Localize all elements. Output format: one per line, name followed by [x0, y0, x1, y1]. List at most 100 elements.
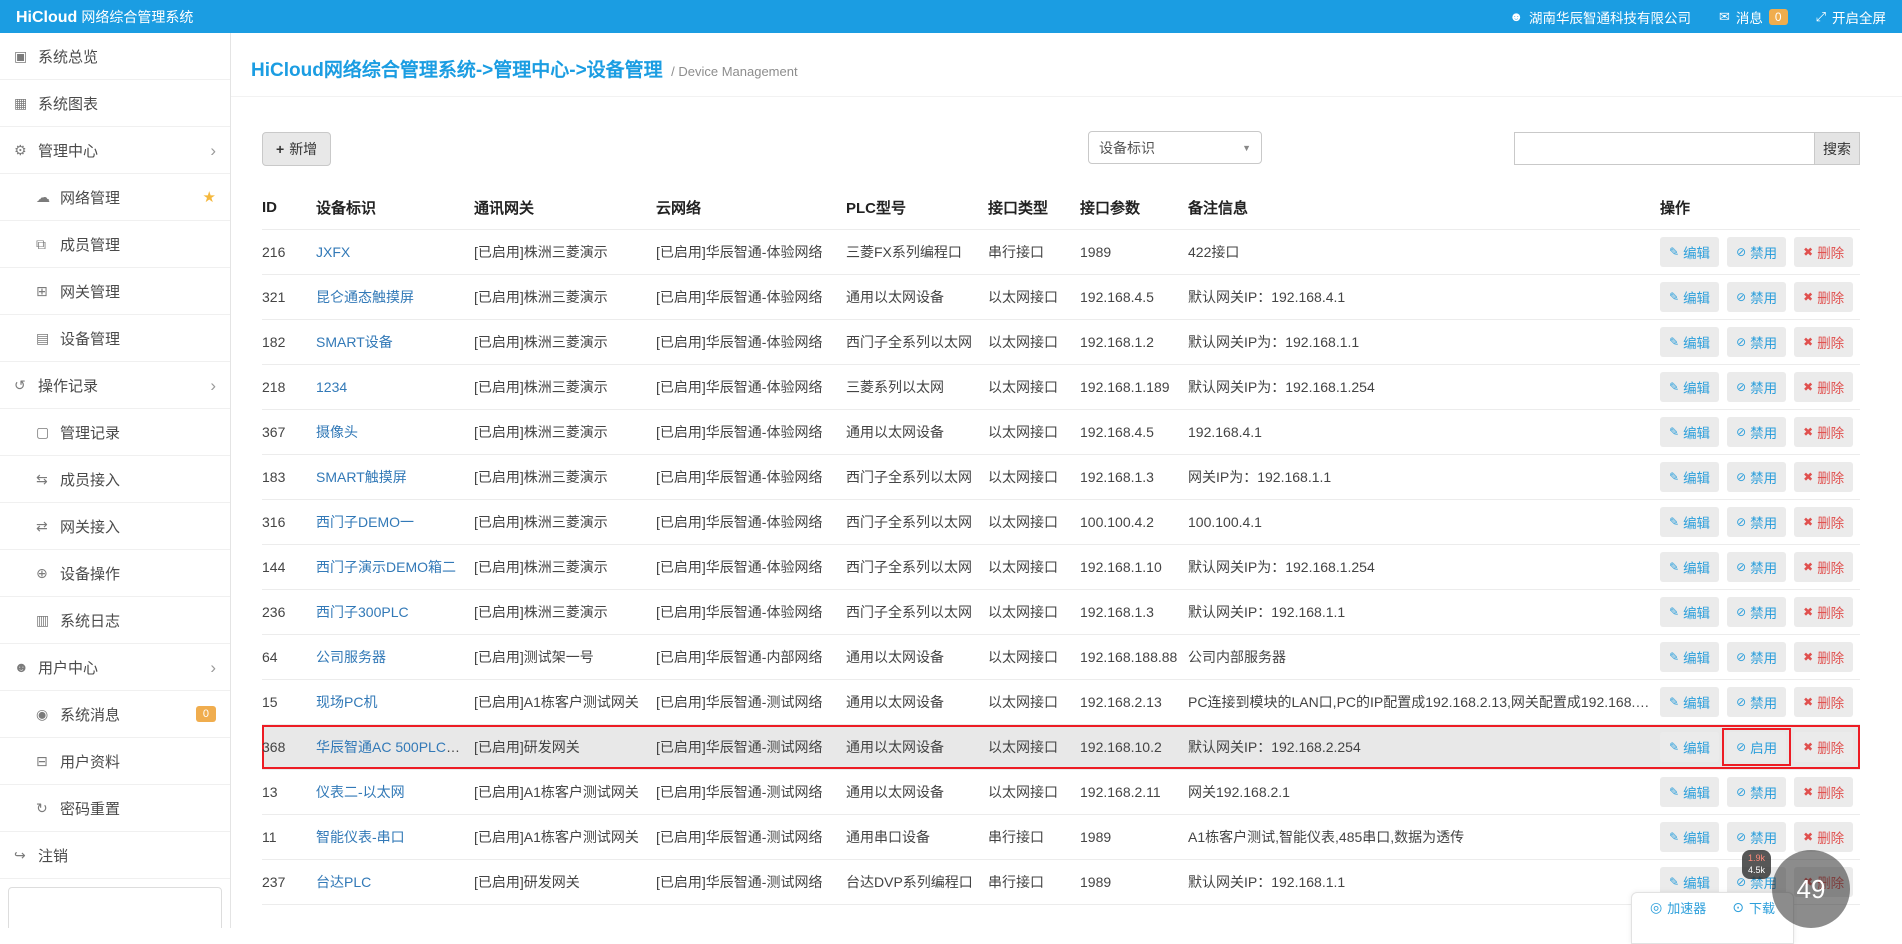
- edit-button[interactable]: ✎ 编辑: [1660, 507, 1720, 537]
- edit-button[interactable]: ✎ 编辑: [1660, 237, 1720, 267]
- edit-button[interactable]: ✎ 编辑: [1660, 687, 1720, 717]
- toggle-enable-button[interactable]: ⊘ 禁用: [1727, 777, 1787, 807]
- edit-button[interactable]: ✎ 编辑: [1660, 642, 1720, 672]
- toggle-enable-button[interactable]: ⊘ 禁用: [1727, 822, 1787, 852]
- speed-overlay-widget[interactable]: 1.9k 4.5k 49: [1742, 850, 1850, 928]
- device-link[interactable]: 智能仪表-串口: [316, 829, 405, 845]
- sidebar-item[interactable]: ↻ 密码重置: [0, 785, 230, 832]
- device-link[interactable]: 摄像头: [316, 424, 358, 440]
- filter-dropdown[interactable]: 设备标识 ▼: [1088, 131, 1262, 164]
- fullscreen-button[interactable]: ⤢ 开启全屏: [1816, 7, 1886, 27]
- delete-button[interactable]: ✖删除: [1794, 777, 1854, 807]
- device-link[interactable]: 1234: [316, 379, 347, 395]
- search-input[interactable]: [1514, 132, 1814, 165]
- column-header: 接口类型: [988, 200, 1049, 217]
- sidebar-item[interactable]: ▥ 系统日志: [0, 597, 230, 644]
- edit-button[interactable]: ✎ 编辑: [1660, 417, 1720, 447]
- delete-button[interactable]: ✖删除: [1794, 237, 1854, 267]
- search-button[interactable]: 搜索: [1814, 132, 1860, 165]
- sidebar-item[interactable]: ⇆ 成员接入: [0, 456, 230, 503]
- sidebar-item[interactable]: ↪ 注销: [0, 832, 230, 879]
- sidebar-item[interactable]: ▤ 设备管理: [0, 315, 230, 362]
- delete-button[interactable]: ✖删除: [1794, 462, 1854, 492]
- device-link[interactable]: 西门子演示DEMO箱二: [316, 559, 456, 575]
- delete-button[interactable]: ✖删除: [1794, 417, 1854, 447]
- sidebar-item[interactable]: ⊕ 设备操作: [0, 550, 230, 597]
- device-link[interactable]: 西门子DEMO一: [316, 514, 414, 530]
- toggle-enable-button[interactable]: ⊘ 禁用: [1727, 372, 1787, 402]
- delete-button[interactable]: ✖删除: [1794, 597, 1854, 627]
- toggle-enable-button[interactable]: ⊘ 禁用: [1727, 462, 1787, 492]
- cell-device: SMART触摸屏: [316, 467, 474, 487]
- sidebar-item[interactable]: ▣ 系统总览: [0, 33, 230, 80]
- device-link[interactable]: SMART设备: [316, 334, 393, 350]
- delete-button[interactable]: ✖删除: [1794, 327, 1854, 357]
- toggle-enable-button[interactable]: ⊘ 禁用: [1727, 237, 1787, 267]
- edit-button[interactable]: ✎ 编辑: [1660, 462, 1720, 492]
- sidebar-item[interactable]: ⇄ 网关接入: [0, 503, 230, 550]
- toggle-enable-button[interactable]: ⊘ 禁用: [1727, 417, 1787, 447]
- company-menu[interactable]: ☻ 湖南华辰智通科技有限公司: [1509, 7, 1691, 27]
- delete-button[interactable]: ✖删除: [1794, 687, 1854, 717]
- sidebar-item[interactable]: ◉ 系统消息 0: [0, 691, 230, 738]
- sidebar-item[interactable]: ▢ 管理记录: [0, 409, 230, 456]
- device-link[interactable]: 公司服务器: [316, 649, 386, 665]
- delete-button[interactable]: ✖删除: [1794, 507, 1854, 537]
- toggle-enable-button[interactable]: ⊘ 禁用: [1727, 597, 1787, 627]
- toggle-enable-button[interactable]: ⊘ 禁用: [1727, 327, 1787, 357]
- delete-button[interactable]: ✖删除: [1794, 642, 1854, 672]
- table-row: 144 西门子演示DEMO箱二 [已启用]株洲三菱演示 [已启用]华辰智通-体验网络 西…: [262, 545, 1860, 590]
- delete-button[interactable]: ✖删除: [1794, 372, 1854, 402]
- delete-button[interactable]: ✖删除: [1794, 732, 1854, 762]
- device-link[interactable]: 仪表二-以太网: [316, 784, 405, 800]
- device-link[interactable]: SMART触摸屏: [316, 469, 407, 485]
- dock-item[interactable]: ◎ 加速器: [1650, 898, 1706, 917]
- edit-button[interactable]: ✎ 编辑: [1660, 597, 1720, 627]
- pencil-icon: ✎: [1669, 650, 1680, 664]
- toggle-enable-button[interactable]: ⊘ 禁用: [1727, 687, 1787, 717]
- sidebar-item[interactable]: ⊞ 网关管理: [0, 268, 230, 315]
- device-link[interactable]: 华辰智通AC 500PLC001: [316, 739, 469, 755]
- sidebar-item[interactable]: ▦ 系统图表: [0, 80, 230, 127]
- sidebar-item[interactable]: ☁ 网络管理 ★: [0, 174, 230, 221]
- cell-gateway: [已启用]株洲三菱演示: [474, 334, 608, 350]
- edit-button[interactable]: ✎ 编辑: [1660, 372, 1720, 402]
- toggle-enable-button[interactable]: ⊘ 禁用: [1727, 552, 1787, 582]
- cell-device: 公司服务器: [316, 647, 474, 667]
- cell-plc-model: 通用以太网设备: [846, 289, 944, 305]
- toggle-enable-button[interactable]: ⊘ 禁用: [1727, 507, 1787, 537]
- delete-button[interactable]: ✖删除: [1794, 552, 1854, 582]
- toolbar: + 新增 设备标识 ▼ 搜索: [262, 131, 1860, 166]
- toggle-enable-button[interactable]: ⊘ 启用: [1727, 732, 1787, 762]
- delete-button[interactable]: ✖删除: [1794, 822, 1854, 852]
- device-link[interactable]: JXFX: [316, 244, 350, 260]
- device-link[interactable]: 台达PLC: [316, 874, 371, 890]
- edit-button[interactable]: ✎ 编辑: [1660, 732, 1720, 762]
- toggle-enable-button[interactable]: ⊘ 禁用: [1727, 282, 1787, 312]
- dock-item[interactable]: ⊙ 下载: [1732, 898, 1775, 917]
- cell-interface-param: 192.168.1.3: [1080, 604, 1154, 620]
- device-table: ID 设备标识 通讯网关 云网络 PLC型号 接口类型 接口参数 备注信息 操作 216 JXFX…: [262, 186, 1860, 905]
- enable-highlight-box: ⊘ 启用: [1722, 728, 1792, 766]
- toggle-enable-button[interactable]: ⊘ 禁用: [1727, 642, 1787, 672]
- device-link[interactable]: 西门子300PLC: [316, 604, 409, 620]
- sidebar-item[interactable]: ↺ 操作记录 ›: [0, 362, 230, 409]
- pencil-icon: ✎: [1669, 515, 1680, 529]
- pencil-icon: ✎: [1669, 560, 1680, 574]
- device-link[interactable]: 现场PC机: [316, 694, 377, 710]
- cell-actions: ✎编辑⊘禁用✖删除: [1660, 777, 1860, 807]
- edit-button[interactable]: ✎ 编辑: [1660, 327, 1720, 357]
- add-device-button[interactable]: + 新增: [262, 131, 332, 166]
- edit-button[interactable]: ✎ 编辑: [1660, 552, 1720, 582]
- device-link[interactable]: 昆仑通态触摸屏: [316, 289, 414, 305]
- edit-button[interactable]: ✎ 编辑: [1660, 822, 1720, 852]
- trash-icon: ✖: [1803, 650, 1814, 664]
- sidebar-item[interactable]: ⧉ 成员管理: [0, 221, 230, 268]
- delete-button[interactable]: ✖删除: [1794, 282, 1854, 312]
- messages-menu[interactable]: ✉ 消息 0: [1719, 7, 1788, 27]
- sidebar-item[interactable]: ⚙ 管理中心 ›: [0, 127, 230, 174]
- edit-button[interactable]: ✎ 编辑: [1660, 777, 1720, 807]
- sidebar-item[interactable]: ☻ 用户中心 ›: [0, 644, 230, 691]
- sidebar-item[interactable]: ⊟ 用户资料: [0, 738, 230, 785]
- edit-button[interactable]: ✎ 编辑: [1660, 282, 1720, 312]
